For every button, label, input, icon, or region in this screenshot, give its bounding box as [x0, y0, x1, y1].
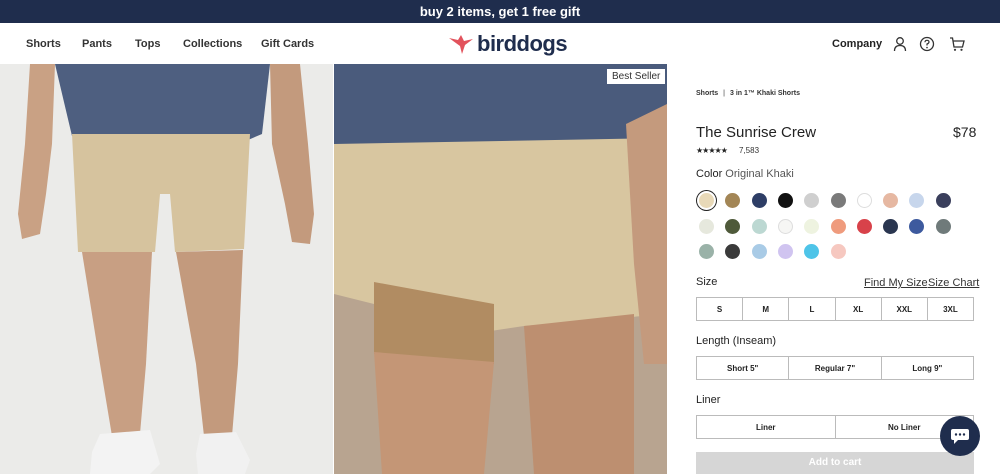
color-swatch[interactable]	[777, 193, 793, 208]
length-option-short[interactable]: Short 5"	[697, 357, 790, 379]
product-photo-front-image	[0, 64, 333, 474]
user-icon[interactable]	[892, 36, 908, 52]
size-option-m[interactable]: M	[743, 298, 790, 320]
best-seller-badge: Best Seller	[607, 69, 666, 84]
length-option-regular[interactable]: Regular 7"	[789, 357, 882, 379]
chat-icon	[951, 429, 969, 444]
product-photo-detail-image	[334, 64, 667, 474]
color-swatch[interactable]	[699, 244, 714, 259]
color-swatch[interactable]	[804, 218, 820, 234]
breadcrumb: Shorts | 3 in 1™ Khaki Shorts	[696, 90, 800, 97]
product-price: $78	[953, 124, 977, 140]
nav-shorts[interactable]: Shorts	[26, 38, 61, 50]
cart-icon[interactable]	[949, 36, 965, 52]
length-option-long[interactable]: Long 9"	[882, 357, 973, 379]
promo-banner[interactable]: buy 2 items, get 1 free gift	[0, 0, 1000, 23]
birddogs-logo[interactable]: birddogs	[448, 31, 568, 57]
color-swatch[interactable]	[935, 218, 951, 234]
find-my-size-link[interactable]: Find My Size	[864, 277, 928, 289]
color-swatch[interactable]	[935, 193, 951, 208]
chat-button[interactable]	[940, 416, 980, 456]
rating-stars[interactable]: ★★★★★	[696, 146, 728, 155]
breadcrumb-separator: |	[723, 90, 725, 97]
help-icon[interactable]	[919, 36, 935, 52]
size-options: S M L XL XXL 3XL	[696, 297, 974, 321]
color-swatch[interactable]	[883, 193, 899, 208]
liner-label: Liner	[696, 394, 721, 406]
nav-pants[interactable]: Pants	[82, 38, 112, 50]
color-swatch[interactable]	[725, 218, 741, 234]
size-option-3xl[interactable]: 3XL	[928, 298, 973, 320]
color-swatch[interactable]	[830, 218, 846, 234]
size-option-xxl[interactable]: XXL	[882, 298, 928, 320]
color-swatch[interactable]	[699, 193, 714, 208]
color-swatch[interactable]	[751, 218, 767, 234]
size-label: Size	[696, 276, 718, 288]
color-swatch[interactable]	[830, 193, 846, 208]
bird-logo-icon	[449, 35, 473, 54]
color-swatch[interactable]	[883, 218, 899, 234]
length-options: Short 5" Regular 7" Long 9"	[696, 356, 974, 380]
length-label: Length (Inseam)	[696, 335, 777, 347]
liner-option-liner[interactable]: Liner	[697, 416, 836, 438]
breadcrumb-shorts[interactable]: Shorts	[696, 90, 718, 97]
liner-options: Liner No Liner	[696, 415, 974, 439]
color-swatch[interactable]	[856, 193, 872, 208]
color-swatch[interactable]	[856, 218, 872, 234]
size-option-l[interactable]: L	[789, 298, 836, 320]
size-chart-link[interactable]: Size Chart	[928, 277, 979, 289]
product-photo-front[interactable]	[0, 64, 333, 474]
color-swatch[interactable]	[909, 218, 925, 234]
main-nav: Shorts Pants Tops Collections Gift Cards…	[0, 23, 1000, 64]
size-option-s[interactable]: S	[697, 298, 744, 320]
logo-text: birddogs	[477, 31, 568, 56]
nav-collections[interactable]: Collections	[183, 38, 242, 50]
color-swatch[interactable]	[830, 244, 846, 259]
color-swatch[interactable]	[777, 244, 793, 259]
product-photo-detail[interactable]	[334, 64, 667, 474]
color-label: Color Original Khaki	[696, 168, 794, 180]
color-label-title: Color	[696, 168, 723, 180]
size-option-xl[interactable]: XL	[836, 298, 882, 320]
color-swatch[interactable]	[699, 218, 714, 234]
breadcrumb-current[interactable]: 3 in 1™ Khaki Shorts	[730, 90, 800, 97]
product-title: The Sunrise Crew	[696, 124, 817, 141]
nav-company[interactable]: Company	[832, 38, 882, 50]
color-swatch[interactable]	[751, 244, 767, 259]
color-value: Original Khaki	[725, 168, 794, 180]
color-swatch[interactable]	[777, 218, 793, 234]
color-swatch[interactable]	[751, 193, 767, 208]
add-to-cart-button[interactable]: Add to cart	[696, 452, 974, 474]
nav-gift-cards[interactable]: Gift Cards	[261, 38, 314, 50]
nav-tops[interactable]: Tops	[135, 38, 160, 50]
review-count[interactable]: 7,583	[739, 146, 759, 155]
